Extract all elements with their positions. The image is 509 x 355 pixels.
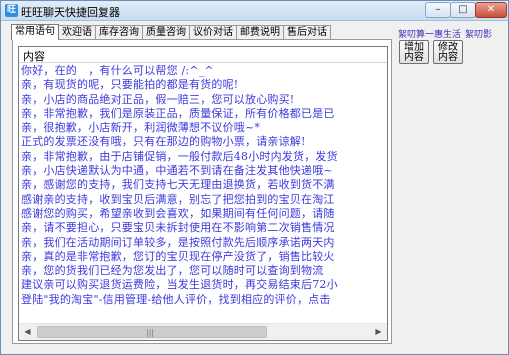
column-header-content: 内容 bbox=[23, 50, 45, 63]
list-item[interactable]: 亲，非常抱歉，由于店铺促销，一般付款后48小时内发货，发货 bbox=[19, 150, 387, 164]
tab-welcome[interactable]: 欢迎语 bbox=[58, 25, 96, 40]
list-item[interactable]: 亲，小店快递默认为中通，中通若不到请在备注发其他快递哦~ bbox=[19, 164, 387, 178]
list-item[interactable]: 亲，小店的商品绝对正品，假一赔三，您可以放心购买! bbox=[19, 93, 387, 107]
list-item[interactable]: 亲，很抱歉，小店新开，利润微薄想不议价哦~* bbox=[19, 121, 387, 135]
list-item[interactable]: 建议亲可以购买退货运费险，当发生退货时，再交易结束后72小 bbox=[19, 278, 387, 292]
phrase-rows: 你好，在的 ，有什么可以帮您 /:^_^ 亲，有现货的呢，只要能拍的都是有货的呢… bbox=[19, 64, 387, 322]
list-item[interactable]: 感谢您的购买，希望亲收到会喜欢，如果期间有任何问题，请随 bbox=[19, 207, 387, 221]
list-item[interactable]: 登陆"我的淘宝"-信用管理-给他人评价，找到相应的评价，点击 bbox=[19, 293, 387, 307]
edit-content-button[interactable]: 修改内容 bbox=[433, 40, 463, 64]
app-window: 旺 旺旺聊天快捷回复器 – □ ✕ 常用语句 欢迎语 库存咨询 质量咨询 议价对… bbox=[0, 0, 509, 355]
list-header[interactable]: 内容 bbox=[19, 47, 387, 63]
close-button[interactable]: ✕ bbox=[475, 2, 507, 18]
wangwang-icon: 旺 bbox=[5, 4, 18, 17]
list-item[interactable]: 亲，真的是非常抱歉，您订的宝贝现在停产没货了，销售比较火 bbox=[19, 250, 387, 264]
maximize-button[interactable]: □ bbox=[450, 2, 476, 18]
promo-link-1[interactable]: 絮叨算一惠生活 bbox=[398, 30, 461, 40]
list-item[interactable]: 正式的发票还没有哦，只有在那边的购物小票，请亲谅解! bbox=[19, 135, 387, 149]
minimize-button[interactable]: – bbox=[425, 2, 451, 18]
scrollbar-thumb[interactable]: ||| bbox=[37, 326, 267, 338]
tab-panel: 内容 你好，在的 ，有什么可以帮您 /:^_^ 亲，有现货的呢，只要能拍的都是有… bbox=[12, 39, 392, 344]
tab-after-sales[interactable]: 售后对话 bbox=[283, 25, 331, 40]
scroll-right-arrow-icon[interactable]: ▶ bbox=[370, 324, 387, 340]
horizontal-scrollbar[interactable]: ◀ ||| ▶ bbox=[19, 323, 387, 340]
tab-quality-inquiry[interactable]: 质量咨询 bbox=[142, 25, 190, 40]
promo-links: 絮叨算一惠生活 絮叨影 bbox=[398, 27, 496, 40]
list-item[interactable]: 亲，有现货的呢，只要能拍的都是有货的呢! bbox=[19, 78, 387, 92]
list-item[interactable]: 亲，请不要担心，只要宝贝未拆封使用在不影响第二次销售情况 bbox=[19, 221, 387, 235]
window-title: 旺旺聊天快捷回复器 bbox=[21, 6, 120, 19]
list-item[interactable]: 你好，在的 ，有什么可以帮您 /:^_^ bbox=[19, 64, 387, 78]
list-item[interactable]: 亲，您的货我们已经为您发出了，您可以随时可以查询到物流 bbox=[19, 264, 387, 278]
title-bar[interactable]: 旺 旺旺聊天快捷回复器 – □ ✕ bbox=[1, 1, 508, 21]
scroll-left-arrow-icon[interactable]: ◀ bbox=[19, 324, 36, 340]
promo-link-2[interactable]: 絮叨影 bbox=[465, 30, 492, 40]
grip-icon: ||| bbox=[146, 328, 155, 337]
tab-shipping-info[interactable]: 邮费说明 bbox=[236, 25, 284, 40]
category-tabs: 常用语句 欢迎语 库存咨询 质量咨询 议价对话 邮费说明 售后对话 bbox=[11, 24, 331, 40]
tab-common-phrases[interactable]: 常用语句 bbox=[11, 24, 59, 40]
list-item[interactable]: 感谢亲的支持，收到宝贝后满意，别忘了把您拍到的宝贝在淘江 bbox=[19, 193, 387, 207]
list-item[interactable]: 亲，我们在活动期间订单较多，是按照付款先后顺序承诺两天内 bbox=[19, 236, 387, 250]
tab-price-negotiation[interactable]: 议价对话 bbox=[189, 25, 237, 40]
list-item[interactable]: 亲，非常抱歉，我们是原装正品，质量保证，所有价格都已是已 bbox=[19, 107, 387, 121]
list-item[interactable]: 亲，感谢您的支持，我们支持七天无理由退换货，若收到货不满 bbox=[19, 178, 387, 192]
phrase-list[interactable]: 内容 你好，在的 ，有什么可以帮您 /:^_^ 亲，有现货的呢，只要能拍的都是有… bbox=[18, 46, 388, 341]
tab-stock-inquiry[interactable]: 库存咨询 bbox=[95, 25, 143, 40]
add-content-button[interactable]: 增加内容 bbox=[399, 40, 429, 64]
